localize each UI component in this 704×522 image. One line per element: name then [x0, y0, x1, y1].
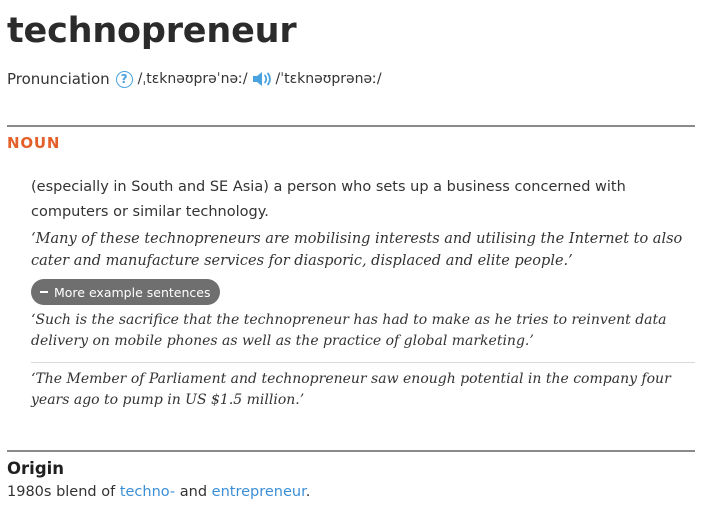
- speaker-icon[interactable]: [252, 71, 274, 87]
- headword: technopreneur: [7, 11, 297, 51]
- more-examples-list: ‘Such is the sacrifice that the technopr…: [31, 308, 695, 421]
- origin-middle: and: [175, 484, 212, 500]
- techno-link[interactable]: techno-: [120, 484, 175, 500]
- origin-suffix: .: [305, 484, 311, 500]
- pronunciation-row: Pronunciation ? /ˌtɛknəʊprəˈnəː/ /ˈtɛknə…: [7, 70, 382, 88]
- part-of-speech: NOUN: [7, 134, 61, 152]
- origin-text: 1980s blend of techno- and entrepreneur.: [7, 484, 310, 500]
- minus-icon: [40, 291, 48, 293]
- entrepreneur-link[interactable]: entrepreneur: [212, 484, 306, 500]
- section-divider: [7, 450, 695, 452]
- question-circle-icon[interactable]: ?: [115, 70, 133, 88]
- list-item: ‘Such is the sacrifice that the technopr…: [31, 312, 667, 349]
- origin-title: Origin: [7, 459, 65, 478]
- list-item: ‘The Member of Parliament and technopren…: [31, 362, 695, 421]
- example-sentence: ‘Many of these technopreneurs are mobili…: [31, 231, 683, 269]
- origin-prefix: 1980s blend of: [7, 484, 120, 500]
- definition-text: (especially in South and SE Asia) a pers…: [31, 179, 626, 220]
- ipa-secondary: /ˈtɛknəʊprənəː/: [275, 71, 382, 87]
- more-examples-button[interactable]: More example sentences: [31, 279, 221, 305]
- pronunciation-label: Pronunciation: [7, 70, 110, 88]
- more-examples-label: More example sentences: [54, 284, 211, 300]
- ipa-primary: /ˌtɛknəʊprəˈnəː/: [137, 71, 248, 87]
- dictionary-entry: technopreneur Pronunciation ? /ˌtɛknəʊpr…: [0, 0, 704, 522]
- section-divider: [7, 125, 695, 127]
